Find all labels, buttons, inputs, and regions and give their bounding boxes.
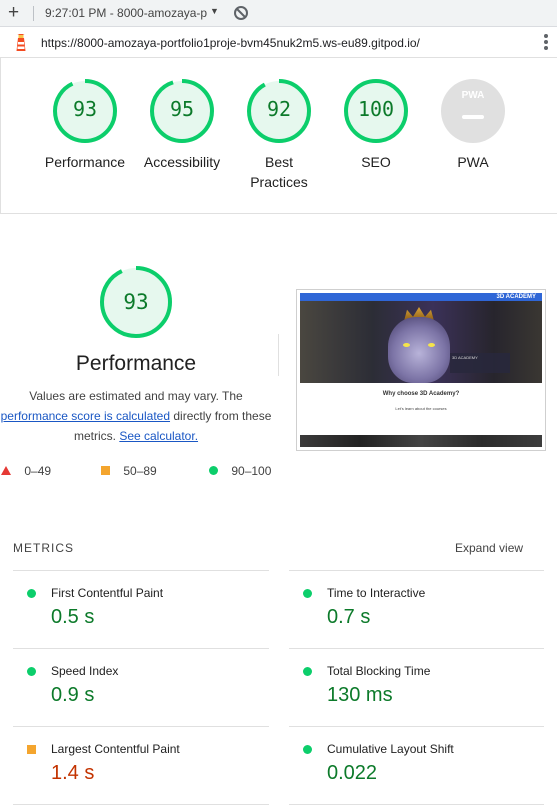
pass-circle-icon xyxy=(27,589,36,598)
metric-largest-contentful-paint: Largest Contentful Paint 1.4 s xyxy=(13,727,269,805)
metric-name: Total Blocking Time xyxy=(327,664,431,678)
legend-fail-label: 0–49 xyxy=(24,464,52,478)
gauge-score: 93 xyxy=(72,97,98,121)
score-calculated-link[interactable]: performance score is calculated xyxy=(1,409,170,423)
tab-dropdown-icon[interactable]: ▼ xyxy=(210,6,219,16)
legend-fail: 0–49 xyxy=(1,464,51,478)
thumb-hero-caption-text: 3D ACADEMY xyxy=(452,355,478,360)
desc-text-1: Values are estimated and may vary. The xyxy=(29,389,243,403)
performance-description: Values are estimated and may vary. The p… xyxy=(0,386,272,446)
gauge-label: PWA xyxy=(457,154,489,170)
metric-name: Largest Contentful Paint xyxy=(51,742,180,756)
gauge-seo[interactable]: 100 SEO xyxy=(326,78,426,172)
legend-average: 50–89 xyxy=(101,464,157,478)
more-menu-icon[interactable] xyxy=(543,34,549,52)
desc-text-2: directly from these xyxy=(173,409,272,423)
thumb-hero-image: 3D ACADEMY xyxy=(300,301,542,383)
metric-name: Time to Interactive xyxy=(327,586,426,600)
final-screenshot[interactable]: 3D ACADEMY 3D ACADEMY Why choose 3D Acad… xyxy=(296,289,546,451)
url-text[interactable]: https://8000-amozaya-portfolio1proje-bvm… xyxy=(41,36,420,50)
screenshot-page: 3D ACADEMY 3D ACADEMY Why choose 3D Acad… xyxy=(300,293,542,447)
metric-value: 0.9 s xyxy=(51,684,95,706)
see-calculator-link[interactable]: See calculator. xyxy=(119,429,198,443)
metric-value: 130 ms xyxy=(327,684,393,706)
tab-title[interactable]: 9:27:01 PM - 8000-amozaya-p xyxy=(45,6,207,20)
metric-name: First Contentful Paint xyxy=(51,586,164,600)
metric-value: 0.7 s xyxy=(327,606,371,628)
thumb-eye xyxy=(403,343,410,347)
gauge-pwa[interactable]: PWA PWA xyxy=(423,78,523,172)
lighthouse-icon xyxy=(16,34,26,51)
gauge-label: SEO xyxy=(361,154,391,170)
gauge-performance[interactable]: 93 Performance xyxy=(35,78,135,172)
metric-time-to-interactive: Time to Interactive 0.7 s xyxy=(289,571,545,649)
thumb-image-strip xyxy=(300,435,542,447)
gauge-label: Accessibility xyxy=(143,154,221,170)
divider xyxy=(278,334,279,376)
thumb-character xyxy=(388,317,450,383)
summary-gauges: 93 Performance 95 Accessibility 92 Best … xyxy=(0,58,557,214)
thumb-heading: Why choose 3D Academy? xyxy=(382,391,460,397)
new-tab-icon[interactable]: + xyxy=(8,3,19,22)
performance-score: 93 xyxy=(123,290,149,314)
legend-pass-label: 90–100 xyxy=(231,464,272,478)
pwa-badge-text: PWA xyxy=(461,90,485,101)
gauge-accessibility[interactable]: 95 Accessibility xyxy=(132,78,232,172)
gauge-best-practices[interactable]: 92 Best Practices xyxy=(229,78,329,192)
block-icon[interactable] xyxy=(234,6,248,20)
metric-speed-index: Speed Index 0.9 s xyxy=(13,649,269,727)
thumb-navbar: 3D ACADEMY xyxy=(300,293,542,301)
gauge-score: 95 xyxy=(169,97,195,121)
metric-name: Cumulative Layout Shift xyxy=(327,742,454,756)
metric-cumulative-layout-shift: Cumulative Layout Shift 0.022 xyxy=(289,727,545,805)
pass-circle-icon xyxy=(303,667,312,676)
thumb-eye xyxy=(428,343,435,347)
thumb-subtext: Let's learn about the courses xyxy=(395,406,447,411)
address-bar: https://8000-amozaya-portfolio1proje-bvm… xyxy=(0,27,557,58)
pass-circle-icon xyxy=(303,589,312,598)
metric-total-blocking-time: Total Blocking Time 130 ms xyxy=(289,649,545,727)
pass-circle-icon xyxy=(27,667,36,676)
gauge-score: 92 xyxy=(266,97,292,121)
metrics-heading: METRICS xyxy=(13,541,74,555)
gauge-label: Best Practices xyxy=(250,154,308,190)
metric-value: 1.4 s xyxy=(51,762,95,784)
fail-triangle-icon xyxy=(1,466,11,475)
expand-view-toggle[interactable]: Expand view xyxy=(455,541,523,555)
performance-title: Performance xyxy=(75,352,197,375)
average-square-icon xyxy=(101,466,110,475)
gauge-score: 100 xyxy=(357,97,395,121)
pwa-gauge-ring xyxy=(441,79,505,143)
metric-value: 0.022 xyxy=(327,762,378,784)
metric-name: Speed Index xyxy=(51,664,119,678)
pass-circle-icon xyxy=(303,745,312,754)
desc-text-3: metrics. xyxy=(73,429,116,443)
legend-average-label: 50–89 xyxy=(123,464,157,478)
metric-first-contentful-paint: First Contentful Paint 0.5 s xyxy=(13,571,269,649)
tab-separator xyxy=(33,6,34,21)
performance-gauge: 93 xyxy=(99,265,173,339)
tab-strip: + 9:27:01 PM - 8000-amozaya-p ▼ xyxy=(0,0,557,27)
metric-value: 0.5 s xyxy=(51,606,95,628)
thumb-hero-caption: 3D ACADEMY xyxy=(450,353,510,373)
thumb-brand: 3D ACADEMY xyxy=(496,294,536,300)
legend-pass: 90–100 xyxy=(209,464,271,478)
gauge-label: Performance xyxy=(44,154,126,170)
average-square-icon xyxy=(27,745,36,754)
pass-circle-icon xyxy=(209,466,218,475)
